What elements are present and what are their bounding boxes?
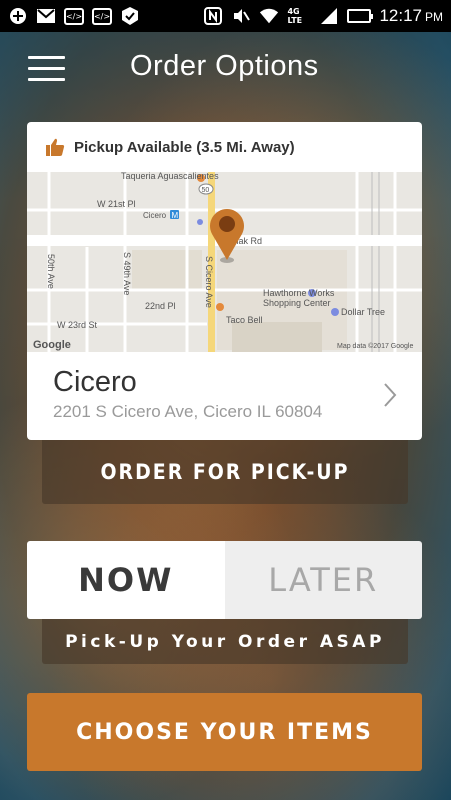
nfc-icon (203, 7, 223, 25)
store-map[interactable]: 50 M Taqueria Aguascalientes W 21st Pl C… (27, 172, 422, 352)
thumbs-up-icon (46, 138, 65, 156)
map-label-22nd: 22nd Pl (145, 301, 176, 311)
route-50-label: 50 (202, 187, 210, 194)
map-label-taco-bell: Taco Bell (226, 315, 263, 325)
signal-icon (319, 7, 339, 25)
mail-icon (36, 7, 56, 25)
map-label-dollar-tree: Dollar Tree (341, 307, 385, 317)
map-label-cicero-station: Cicero (143, 211, 167, 220)
now-option[interactable]: NOW (27, 541, 225, 619)
status-right-icons: 4G LTE ⚡ 12:17 PM (203, 6, 443, 26)
availability-text: Pickup Available (3.5 Mi. Away) (74, 138, 295, 156)
map-label-cicero-ave: S Cicero Ave (204, 256, 214, 308)
map-label-hawthorne: Hawthorne Works (263, 288, 335, 298)
map-copyright: Map data ©2017 Google (337, 342, 413, 350)
status-left-icons: </> </> (8, 7, 140, 25)
store-name: Cicero (53, 366, 137, 398)
asap-note: Pick-Up Your Order ASAP (42, 619, 408, 664)
clock-time: 12:17 (379, 6, 422, 25)
store-row[interactable]: Cicero 2201 S Cicero Ave, Cicero IL 6080… (27, 354, 422, 440)
code-icon: </> (64, 7, 84, 25)
map-label-w21st: W 21st Pl (97, 199, 136, 209)
map-label-shopping: Shopping Center (263, 298, 331, 308)
later-option[interactable]: LATER (224, 541, 422, 619)
choose-your-items-button[interactable]: CHOOSE YOUR ITEMS (27, 693, 422, 771)
hamburger-menu-icon[interactable] (28, 56, 65, 82)
lte-label: 4G LTE (287, 7, 303, 25)
check-icon (120, 7, 140, 25)
clock-ampm: PM (425, 10, 443, 24)
chevron-right-icon[interactable] (382, 382, 398, 408)
wifi-icon (259, 7, 279, 25)
map-label-49th: S 49th Ave (122, 252, 132, 295)
svg-text:M: M (172, 211, 179, 220)
status-bar: </> </> 4G LTE ⚡ 12:17 PM (0, 0, 451, 32)
clock: 12:17 PM (379, 6, 443, 26)
app-header: Order Options (0, 32, 451, 104)
order-time-toggle: NOW LATER (27, 541, 422, 619)
code-icon: </> (92, 7, 112, 25)
map-label-50th: 50th Ave (46, 254, 56, 289)
availability-header: Pickup Available (3.5 Mi. Away) (27, 122, 422, 172)
mute-icon (231, 7, 251, 25)
battery-icon: ⚡ (347, 9, 374, 23)
map-label-w23rd: W 23rd St (57, 320, 98, 330)
google-logo: Google (33, 339, 71, 351)
page-title: Order Options (130, 50, 319, 82)
plus-icon (8, 7, 28, 25)
map-label-taqueria: Taqueria Aguascalientes (121, 172, 219, 181)
store-address: 2201 S Cicero Ave, Cicero IL 60804 (53, 402, 323, 421)
location-card: Pickup Available (3.5 Mi. Away) 50 M Taq… (27, 122, 422, 440)
order-for-pickup-button[interactable]: ORDER FOR PICK-UP (42, 440, 408, 504)
